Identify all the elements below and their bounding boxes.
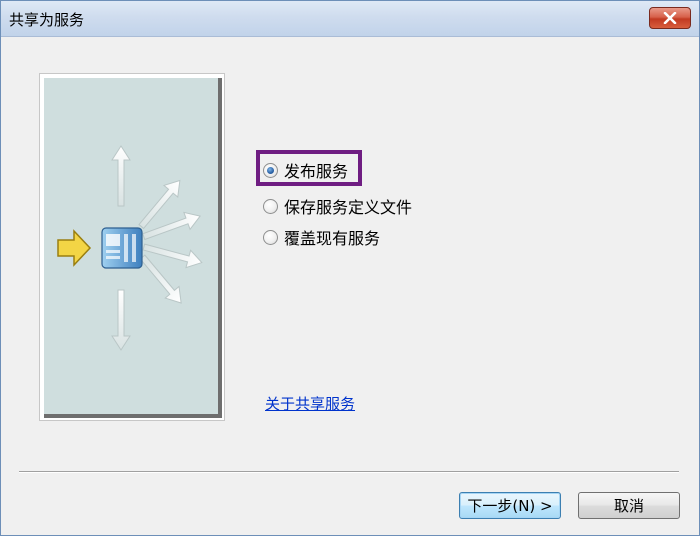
radio-overwrite-service[interactable] bbox=[263, 229, 278, 245]
window-title: 共享为服务 bbox=[9, 11, 85, 29]
radio-save-definition[interactable] bbox=[263, 198, 278, 214]
option-save-definition[interactable]: 保存服务定义文件 bbox=[263, 193, 412, 219]
option-label: 保存服务定义文件 bbox=[284, 198, 413, 217]
close-button[interactable] bbox=[649, 7, 691, 29]
next-button[interactable]: 下一步(N) > bbox=[459, 492, 561, 519]
illustration-background bbox=[44, 78, 222, 418]
about-sharing-link[interactable]: 关于共享服务 bbox=[265, 393, 355, 414]
illustration-panel bbox=[39, 73, 225, 421]
title-bar[interactable]: 共享为服务 bbox=[1, 1, 699, 37]
cancel-button[interactable]: 取消 bbox=[578, 492, 680, 519]
radio-publish-service[interactable] bbox=[263, 162, 278, 178]
input-arrow-icon bbox=[57, 229, 92, 267]
service-icon bbox=[101, 227, 143, 269]
dialog-window: 共享为服务 发布服务 保存服务定义文件 覆盖现有服务 关于共享服务 下一步(N)… bbox=[0, 0, 700, 536]
option-label: 覆盖现有服务 bbox=[284, 229, 381, 248]
option-label: 发布服务 bbox=[284, 162, 349, 181]
separator bbox=[19, 471, 679, 473]
option-publish-service[interactable]: 发布服务 bbox=[263, 157, 348, 183]
close-icon bbox=[663, 12, 677, 24]
share-service-illustration bbox=[57, 145, 203, 351]
option-overwrite-service[interactable]: 覆盖现有服务 bbox=[263, 224, 380, 250]
